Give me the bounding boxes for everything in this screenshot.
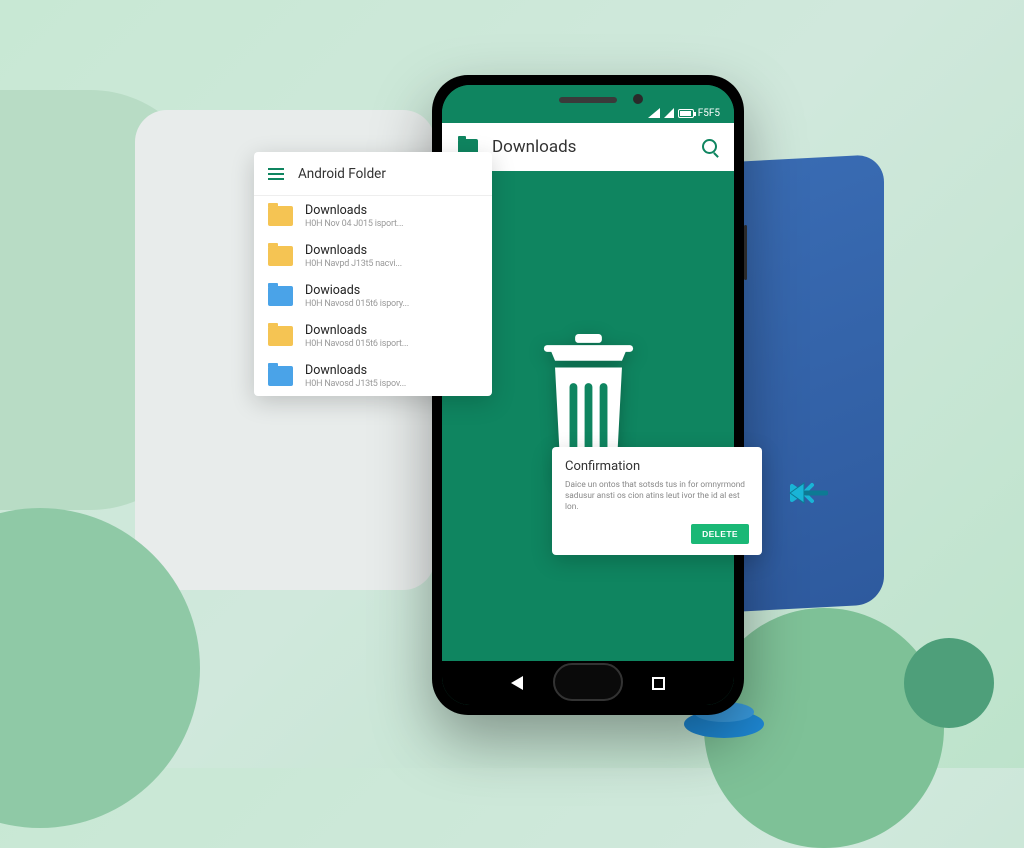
list-item[interactable]: Downloads H0H Navpd J13t5 nacvi...: [254, 236, 492, 276]
wifi-icon: [664, 108, 674, 118]
list-item-name: Downloads: [305, 323, 478, 338]
list-item[interactable]: Downloads H0H Navosd J13t5 ispov...: [254, 356, 492, 396]
list-item-meta: H0H Navosd 015t6 isport...: [305, 339, 478, 349]
battery-icon: [678, 109, 694, 118]
background-shape: [904, 638, 994, 728]
popup-title: Android Folder: [298, 166, 386, 182]
list-item-meta: H0H Navosd J13t5 ispov...: [305, 379, 478, 389]
folder-icon: [268, 246, 293, 266]
app-title: Downloads: [492, 137, 688, 157]
arrow-left-icon: [788, 478, 828, 512]
phone-camera: [633, 94, 643, 104]
folder-icon: [268, 326, 293, 346]
nav-recent-icon[interactable]: [652, 677, 665, 690]
search-icon[interactable]: [702, 139, 718, 155]
list-item-name: Downloads: [305, 203, 478, 218]
delete-button[interactable]: DELETE: [691, 524, 749, 544]
popup-header: Android Folder: [254, 152, 492, 196]
folder-icon: [268, 206, 293, 226]
phone-home-button[interactable]: [553, 663, 623, 701]
nav-back-icon[interactable]: [511, 676, 523, 690]
menu-icon[interactable]: [268, 168, 284, 180]
status-time: F5F5: [698, 108, 720, 119]
list-item-name: Dowioads: [305, 283, 478, 298]
folder-list-popup: Android Folder Downloads H0H Nov 04 J015…: [254, 152, 492, 396]
confirmation-dialog: Confirmation Daice un ontos that sotsds …: [552, 447, 762, 555]
status-bar: F5F5: [442, 85, 734, 123]
list-item-meta: H0H Nov 04 J015 isport...: [305, 219, 478, 229]
dialog-body: Daice un ontos that sotsds tus in for om…: [565, 480, 749, 514]
list-item-name: Downloads: [305, 363, 478, 378]
list-item[interactable]: Downloads H0H Navosd 015t6 isport...: [254, 316, 492, 356]
dialog-title: Confirmation: [565, 459, 749, 474]
signal-icon: [648, 108, 660, 118]
folder-icon: [268, 366, 293, 386]
phone-power-button: [744, 225, 747, 280]
list-item-meta: H0H Navosd 015t6 ispory...: [305, 299, 478, 309]
list-item[interactable]: Downloads H0H Nov 04 J015 isport...: [254, 196, 492, 236]
list-item-meta: H0H Navpd J13t5 nacvi...: [305, 259, 478, 269]
phone-earpiece: [559, 97, 617, 103]
folder-icon: [268, 286, 293, 306]
list-item[interactable]: Dowioads H0H Navosd 015t6 ispory...: [254, 276, 492, 316]
list-item-name: Downloads: [305, 243, 478, 258]
